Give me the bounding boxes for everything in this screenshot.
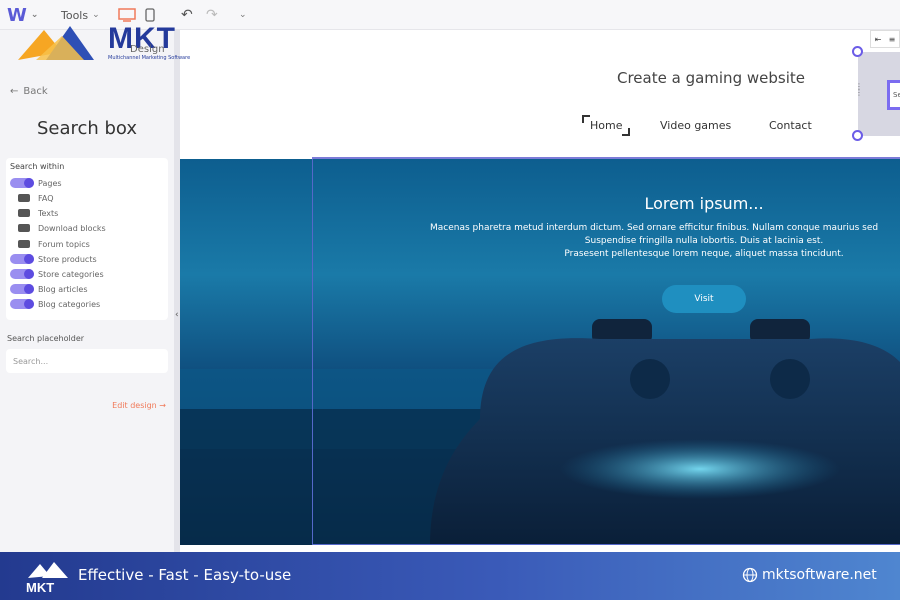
option-label: Texts — [38, 208, 59, 218]
hero-heading: Lorem ipsum... — [344, 194, 900, 213]
resize-handle-top[interactable] — [852, 46, 863, 57]
toggle-off[interactable] — [10, 208, 34, 218]
tagline: Effective - Fast - Easy-to-use — [78, 566, 292, 584]
option-store-products[interactable]: Store products — [10, 253, 97, 265]
panel-title: Search box — [36, 118, 138, 139]
search-within-card: Search within Pages FAQ Texts Download b… — [6, 158, 168, 320]
chevron-down-icon: ⌄ — [92, 10, 100, 20]
promo-banner: MKT Effective - Fast - Easy-to-use mktso… — [0, 552, 900, 600]
desktop-icon — [118, 8, 136, 22]
hero-text-line-3: Prasesent pellentesque lorem neque, aliq… — [564, 249, 844, 259]
settings-panel: ← Back Search box Search within Pages FA… — [0, 30, 174, 552]
arrow-right-icon: → — [159, 401, 166, 410]
tab-design[interactable]: Design — [130, 44, 165, 55]
hero-text-line-1: Macenas pharetra metud interdum dictum. … — [430, 223, 879, 233]
edit-design-label: Edit design — [112, 401, 157, 410]
mobile-icon — [145, 8, 155, 22]
drag-handle-icon[interactable]: ⋮ ⋮ — [855, 83, 863, 97]
toggle-on[interactable] — [10, 284, 34, 294]
option-faq[interactable]: FAQ — [10, 192, 54, 204]
search-placeholder-label: Search placeholder — [7, 334, 85, 343]
site-preview: Create a gaming website Home Video games… — [180, 30, 900, 552]
option-blog-categories[interactable]: Blog categories — [10, 298, 100, 310]
edit-design-link[interactable]: Edit design → — [112, 401, 166, 410]
option-forum-topics[interactable]: Forum topics — [10, 238, 90, 250]
mkt-logo-icon — [18, 26, 94, 60]
back-label: Back — [23, 86, 48, 97]
search-placeholder-input[interactable] — [6, 349, 168, 373]
nav-home[interactable]: Home — [581, 115, 632, 136]
option-blog-articles[interactable]: Blog articles — [10, 283, 88, 295]
option-label: Store products — [38, 254, 97, 264]
hero-heading-text: Lorem ipsum... — [644, 194, 764, 213]
toggle-on[interactable] — [10, 269, 34, 279]
arrow-left-icon: ← — [10, 86, 19, 97]
option-label: Forum topics — [38, 239, 90, 249]
app-window: W ⌄ Tools ⌄ ↶ ↷ ⌄ ← Back Search box Sear… — [0, 0, 900, 600]
option-pages[interactable]: Pages — [10, 177, 62, 189]
toggle-off[interactable] — [10, 193, 34, 203]
website-url: mktsoftware.net — [762, 567, 877, 583]
redo-button[interactable]: ↷ — [206, 0, 218, 30]
back-button[interactable]: ← Back — [10, 86, 48, 97]
option-label: Pages — [38, 178, 62, 188]
selected-block-frame — [312, 159, 900, 545]
toggle-on[interactable] — [10, 178, 34, 188]
align-icon[interactable]: ≡ — [889, 35, 896, 44]
hero-section[interactable]: Lorem ipsum... Macenas pharetra metud in… — [180, 159, 900, 545]
brand-subtitle: Multichannel Marketing Software — [108, 55, 191, 61]
search-box-preview[interactable]: Se — [887, 80, 900, 110]
option-label: Blog categories — [38, 299, 101, 309]
toggle-on[interactable] — [10, 254, 34, 264]
history-dropdown[interactable]: ⌄ — [235, 0, 247, 30]
element-toolbar[interactable]: ⇤ ≡ — [870, 30, 900, 48]
tools-label: Tools — [61, 8, 89, 22]
option-label: Store categories — [38, 269, 104, 279]
option-download-blocks[interactable]: Download blocks — [10, 222, 106, 234]
redo-icon: ↷ — [206, 7, 218, 23]
nav-video-games[interactable]: Video games — [660, 119, 731, 132]
toggle-off[interactable] — [10, 239, 34, 249]
align-left-icon[interactable]: ⇤ — [875, 35, 882, 44]
toggle-off[interactable] — [10, 223, 34, 233]
option-texts[interactable]: Texts — [10, 207, 58, 219]
option-label: Download blocks — [38, 223, 106, 233]
option-label: Blog articles — [38, 284, 88, 294]
nav-contact[interactable]: Contact — [769, 119, 812, 132]
resize-handle-bottom[interactable] — [852, 130, 863, 141]
footer-logo-text: MKT — [26, 580, 54, 595]
mkt-brand-overlay: MKT Multichannel Marketing Software — [16, 22, 196, 64]
option-label: FAQ — [38, 193, 54, 203]
visit-button[interactable]: Visit — [662, 285, 746, 313]
chevron-down-icon: ⌄ — [30, 10, 39, 20]
globe-icon — [742, 567, 758, 583]
website-link[interactable]: mktsoftware.net — [742, 567, 877, 583]
collapse-panel-icon[interactable]: ‹ — [175, 310, 179, 320]
toggle-on[interactable] — [10, 299, 34, 309]
site-title[interactable]: Create a gaming website — [617, 69, 805, 87]
search-within-label: Search within — [10, 162, 65, 171]
undo-icon: ↶ — [181, 7, 193, 23]
chevron-down-icon: ⌄ — [239, 10, 247, 20]
mkt-footer-logo-icon: MKT — [26, 562, 68, 595]
hero-text-line-2: Suspendise fringilla nulla lobortis. Dui… — [584, 236, 824, 246]
option-store-categories[interactable]: Store categories — [10, 268, 104, 280]
